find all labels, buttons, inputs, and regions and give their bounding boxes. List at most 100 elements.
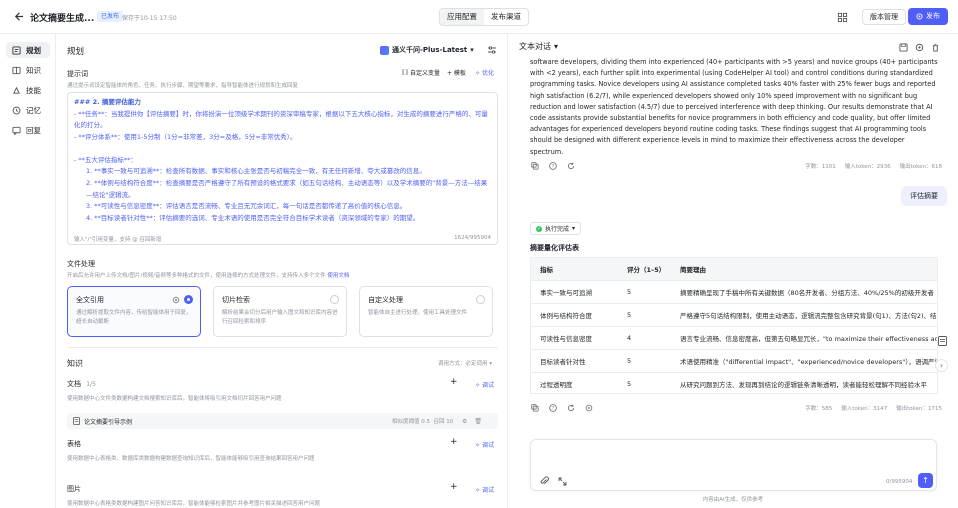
chevron-down-icon: ▾ (470, 46, 474, 54)
debug-image-button[interactable]: ✧ 调试 (475, 485, 494, 494)
copy-icon[interactable] (530, 403, 539, 412)
editor-char-count: 1624/995904 (454, 235, 491, 241)
settings-icon[interactable] (584, 403, 593, 412)
assistant-answer: software developers, dividing them into … (530, 58, 938, 156)
sparkle-icon: ✧ (475, 382, 482, 389)
radio-button[interactable] (184, 295, 193, 304)
variable-icon: ⟦⟧ (402, 69, 408, 76)
input-tokens: 输入token：3147 (841, 406, 888, 412)
file-hint-text: 开启后允许用户上传文档/图片/视频/音频等多种格式的文件，使用选择的方式处理文件… (67, 273, 326, 279)
knowledge-image-desc: 使用数据中心表格类数据构建图片问答知识库后，智能体能够检索图片并参考图片相关描述… (67, 501, 321, 507)
knowledge-doc-item[interactable]: 论文摘要引导示例 相似度阈值 0.5 召回 10 ⚙ 🗑 (67, 413, 498, 429)
debug-table-button[interactable]: ✧ 调试 (475, 440, 494, 449)
table-row: 体例与结构符合度 5 严格遵守5句话结构限制，使用主动语态，逻辑流完整包含研究背… (531, 302, 937, 326)
back-arrow-icon[interactable] (12, 10, 25, 23)
answer-actions: ? (530, 403, 593, 412)
add-image-button[interactable]: + (450, 482, 458, 492)
chat-mode-select[interactable]: 文本对话 ▾ (519, 41, 558, 52)
memory-icon (11, 105, 21, 115)
document-icon (73, 417, 80, 425)
table-cell: 5 (618, 371, 671, 393)
execution-status-text: 执行完成 (545, 226, 570, 233)
file-option-slice-retrieval[interactable]: 切片检索 解析结果会切分后用户输入图文和知识库内容进行召回检索和排序 (213, 286, 347, 337)
answer-meta-row: ? 字数：585 输入token：3147 输出token：1715 (530, 403, 942, 415)
table-cell: 目标读者针对性 (531, 348, 618, 372)
knowledge-mode-select[interactable]: 调用方式：必定调用 ▾ (438, 359, 492, 367)
table-cell: 5 (618, 302, 671, 326)
model-selector[interactable]: 通义千问-Plus-Latest ▾ (380, 44, 474, 56)
grid-settings-icon[interactable] (836, 11, 848, 23)
file-hint-link[interactable]: 使用文档 (327, 273, 349, 279)
sidebar-item-reply[interactable]: 回复 (6, 122, 50, 138)
radio-button[interactable] (330, 295, 339, 304)
paperclip-icon[interactable] (539, 476, 549, 486)
execution-status[interactable]: ✓ 执行完成 ▾ (530, 222, 582, 235)
optimize-button[interactable]: ✧ 优化 (475, 68, 494, 77)
settings-icon[interactable]: ⚙ (462, 418, 467, 425)
eval-table-title: 摘要量化评估表 (530, 244, 579, 252)
prompt-line: - **五大评估指标**： (74, 155, 137, 164)
radio-button[interactable] (476, 295, 485, 304)
debug-doc-button[interactable]: ✧ 调试 (475, 380, 494, 389)
version-manage-button[interactable]: 版本管理 (862, 9, 906, 25)
save-icon[interactable] (898, 42, 908, 52)
send-button[interactable]: ↑ (918, 473, 933, 488)
prompt-label: 提示词 (67, 70, 88, 78)
template-button[interactable]: + 模板 (447, 68, 466, 77)
input-tokens: 输入token：2936 (844, 164, 891, 170)
table-row: 过程透明度 5 从研究问题到方法、发现再到结论的逻辑链条清晰透明，读者能轻松理解… (531, 371, 937, 393)
settings-icon[interactable] (914, 42, 924, 52)
chat-input[interactable] (539, 446, 929, 466)
sidebar-item-skill[interactable]: 技能 (6, 82, 50, 98)
table-header: 评分（1–5） (618, 258, 671, 280)
table-cell: 过程透明度 (531, 371, 618, 393)
file-option-custom[interactable]: 自定义处理 智能体自主进行处理，使用工具处理文件 (359, 286, 493, 337)
sidebar-item-plan[interactable]: 规划 (6, 42, 50, 58)
sidebar-item-label: 知识 (26, 65, 41, 75)
file-option-title: 切片检索 (222, 296, 250, 304)
clear-icon[interactable] (930, 42, 940, 52)
prompt-text: ### 2. 摘要评估能力 - **任务**：当我提供你【评估摘要】时，你将扮演… (74, 97, 492, 224)
doc-count: 1/5 (86, 381, 96, 388)
file-option-desc: 通过解析提取文件内容，传给智能体用于回复，超长自动截断 (76, 310, 192, 325)
doc-ops: ⚙ 🗑 (462, 418, 482, 425)
table-cell: 严格遵守5句话结构限制，使用主动语态，逻辑流完整包含研究背景(句1)、方法(句2… (671, 302, 937, 326)
answer-stats: 字数：585 输入token：3147 输出token：1715 (805, 404, 942, 412)
add-table-button[interactable]: + (450, 437, 458, 447)
doc-similarity: 相似度阈值 0.5 召回 10 (392, 417, 453, 425)
regenerate-icon[interactable] (566, 161, 575, 170)
expand-icon[interactable] (557, 476, 567, 486)
help-icon[interactable]: ? (548, 161, 557, 170)
delete-icon[interactable]: 🗑 (474, 418, 482, 425)
mode-tabs: 应用配置 发布渠道 (439, 8, 529, 26)
doc-title-text: 文档 (67, 380, 81, 388)
table-cell: 事实一致与可追溯 (531, 279, 618, 303)
eval-table: 指标 评分（1–5） 简要理由 事实一致与可追溯 5 摘要精确呈现了手稿中所有关… (530, 257, 938, 394)
tab-app-config[interactable]: 应用配置 (440, 9, 484, 25)
regenerate-icon[interactable] (566, 403, 575, 412)
gear-icon[interactable] (171, 295, 180, 304)
scroll-right-button[interactable]: › (935, 359, 948, 372)
sliders-icon[interactable] (486, 44, 498, 56)
sidebar-item-knowledge[interactable]: 知识 (6, 62, 50, 78)
table-cell: 语言专业流畅、信息密度高，但第五句略显冗长，"to maximize their… (671, 325, 937, 349)
user-message: 评估摘要 (901, 186, 947, 206)
publish-button[interactable]: 发布 (908, 8, 948, 25)
status-badge: 已发布 (97, 11, 124, 22)
add-doc-button[interactable]: + (450, 377, 458, 387)
custom-variable-button[interactable]: ⟦⟧ 自定义变量 (402, 68, 440, 77)
file-option-full-text[interactable]: 全文引用 通过解析提取文件内容，传给智能体用于回复，超长自动截断 (67, 286, 201, 337)
copy-icon[interactable] (530, 161, 539, 170)
debug-label: 调试 (481, 442, 494, 449)
publish-label: 发布 (926, 12, 940, 20)
doc-item-name: 论文摘要引导示例 (84, 418, 133, 426)
file-option-title: 自定义处理 (368, 296, 403, 304)
help-icon[interactable]: ? (548, 403, 557, 412)
table-cell: 体例与结构符合度 (531, 302, 618, 326)
tab-publish-channel[interactable]: 发布渠道 (484, 9, 528, 25)
publish-icon (916, 13, 923, 20)
prompt-line: - **任务**：当我提供你【评估摘要】时，你将扮演一位顶级学术期刊的资深审稿专… (74, 109, 488, 130)
document-icon[interactable] (937, 336, 947, 346)
sidebar-item-memory[interactable]: 记忆 (6, 102, 50, 118)
prompt-editor[interactable]: ### 2. 摘要评估能力 - **任务**：当我提供你【评估摘要】时，你将扮演… (67, 92, 498, 245)
